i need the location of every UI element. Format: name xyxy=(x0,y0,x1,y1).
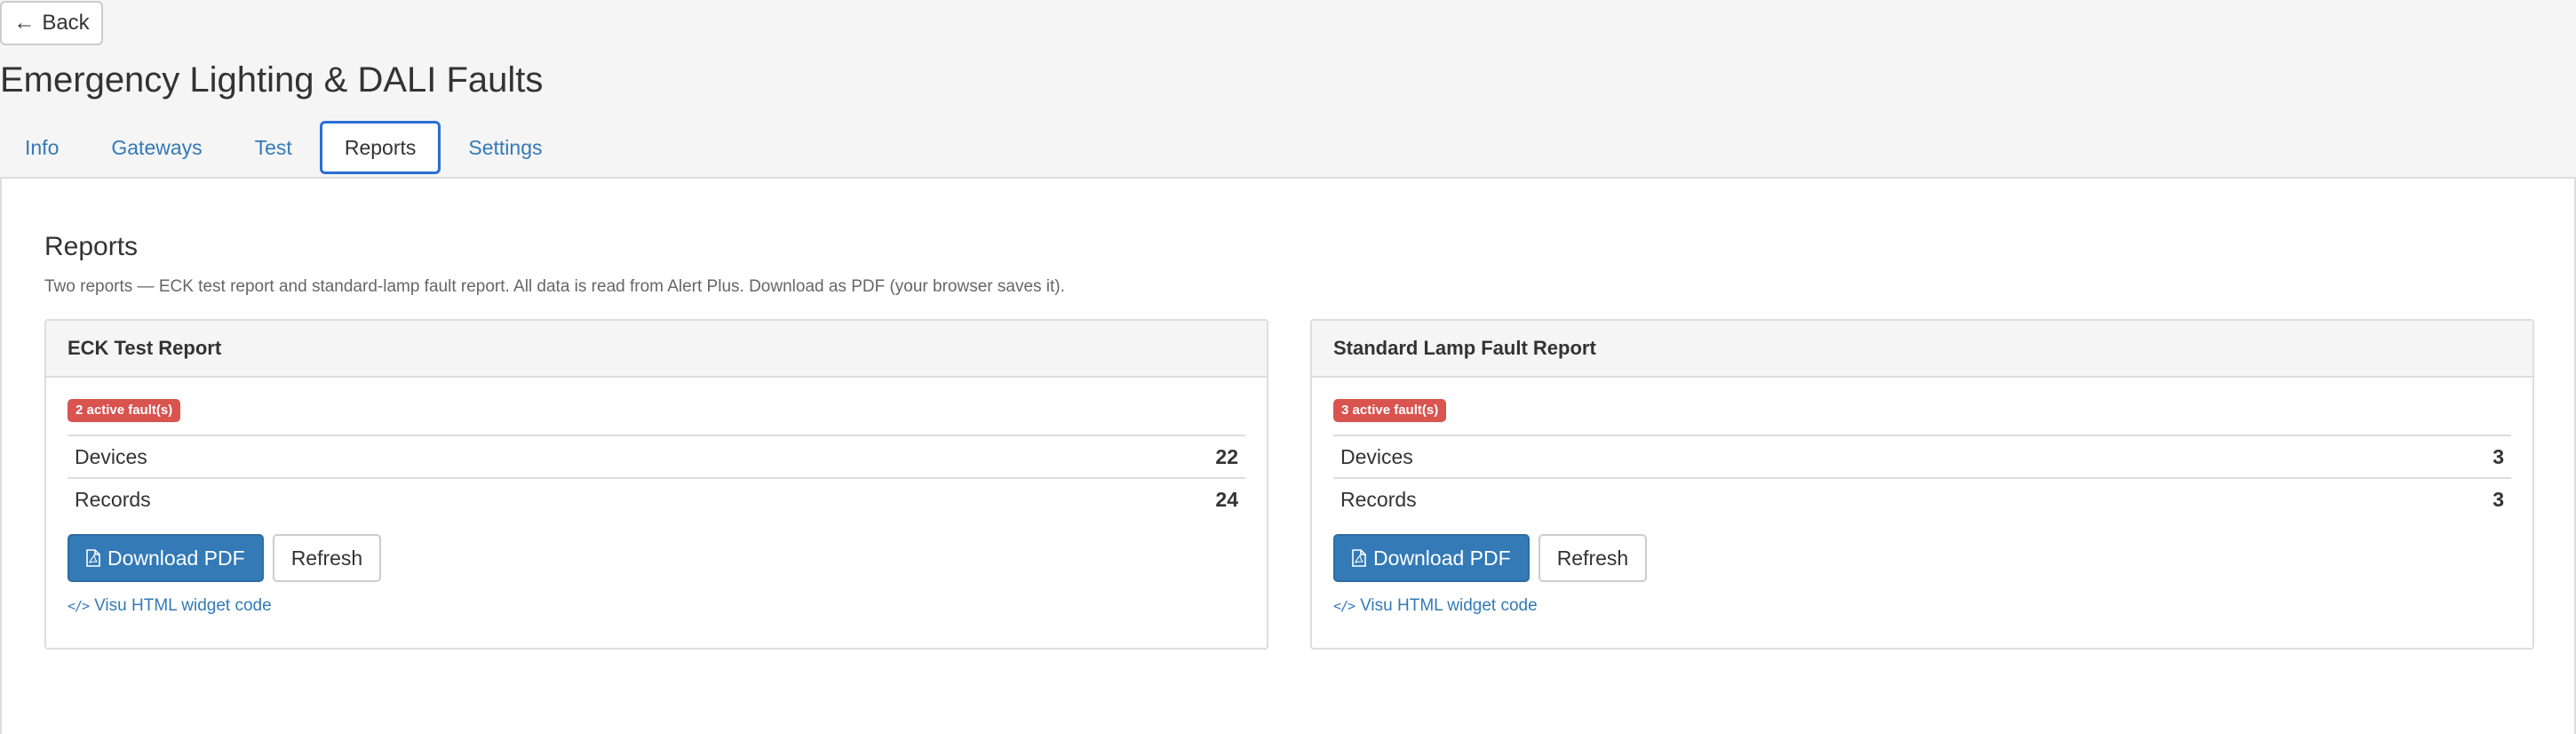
refresh-label: Refresh xyxy=(1556,546,1629,570)
refresh-label: Refresh xyxy=(290,546,363,570)
card-title: Standard Lamp Fault Report xyxy=(1312,321,2532,378)
page-title: Emergency Lighting & DALI Faults xyxy=(0,60,544,100)
section-title: Reports xyxy=(44,232,139,261)
tab-settings[interactable]: Settings xyxy=(443,121,567,174)
code-icon: </> xyxy=(1333,598,1356,614)
visu-widget-label: Visu HTML widget code xyxy=(94,596,272,615)
tab-bar: Info Gateways Test Reports Settings xyxy=(0,121,569,174)
stats-table: Devices 3 Records 3 xyxy=(1333,435,2511,520)
tab-test[interactable]: Test xyxy=(230,121,317,174)
fault-badge: 3 active fault(s) xyxy=(1333,399,1447,422)
standard-lamp-fault-report-card: Standard Lamp Fault Report 3 active faul… xyxy=(1310,319,2534,650)
table-row: Records 24 xyxy=(68,477,1245,520)
records-label: Records xyxy=(1333,477,2252,520)
fault-badge: 2 active fault(s) xyxy=(68,399,181,422)
left-arrow-icon: ← xyxy=(13,11,36,35)
devices-value: 22 xyxy=(902,435,1245,478)
pdf-file-icon xyxy=(1352,549,1366,567)
devices-label: Devices xyxy=(1333,435,2252,478)
table-row: Devices 22 xyxy=(68,435,1245,478)
visu-widget-link[interactable]: </> Visu HTML widget code xyxy=(68,596,1245,616)
table-row: Records 3 xyxy=(1333,477,2511,520)
download-pdf-label: Download PDF xyxy=(1373,546,1511,570)
download-pdf-label: Download PDF xyxy=(107,546,245,570)
page: ← Back Emergency Lighting & DALI Faults … xyxy=(0,0,2576,734)
table-row: Devices 3 xyxy=(1333,435,2511,478)
records-value: 3 xyxy=(2251,477,2511,520)
back-button[interactable]: ← Back xyxy=(0,1,103,45)
visu-widget-link[interactable]: </> Visu HTML widget code xyxy=(1333,596,2511,616)
download-pdf-button[interactable]: Download PDF xyxy=(1333,534,1530,582)
tab-info[interactable]: Info xyxy=(0,121,83,174)
refresh-button[interactable]: Refresh xyxy=(272,534,382,582)
card-actions: Download PDF Refresh xyxy=(68,534,1245,582)
section-description: Two reports — ECK test report and standa… xyxy=(44,277,1065,296)
card-title: ECK Test Report xyxy=(46,321,1267,378)
records-label: Records xyxy=(68,477,903,520)
devices-value: 3 xyxy=(2251,435,2511,478)
tab-gateways[interactable]: Gateways xyxy=(86,121,227,174)
refresh-button[interactable]: Refresh xyxy=(1538,534,1648,582)
code-icon: </> xyxy=(68,598,90,614)
stats-table: Devices 22 Records 24 xyxy=(68,435,1245,520)
download-pdf-button[interactable]: Download PDF xyxy=(68,534,264,582)
eck-test-report-card: ECK Test Report 2 active fault(s) Device… xyxy=(44,319,1268,650)
devices-label: Devices xyxy=(68,435,903,478)
back-label: Back xyxy=(42,11,90,35)
pdf-file-icon xyxy=(86,549,100,567)
records-value: 24 xyxy=(902,477,1245,520)
card-actions: Download PDF Refresh xyxy=(1333,534,2511,582)
visu-widget-label: Visu HTML widget code xyxy=(1360,596,1538,615)
reports-panel: Reports Two reports — ECK test report an… xyxy=(0,177,2576,734)
tab-reports[interactable]: Reports xyxy=(319,121,441,174)
